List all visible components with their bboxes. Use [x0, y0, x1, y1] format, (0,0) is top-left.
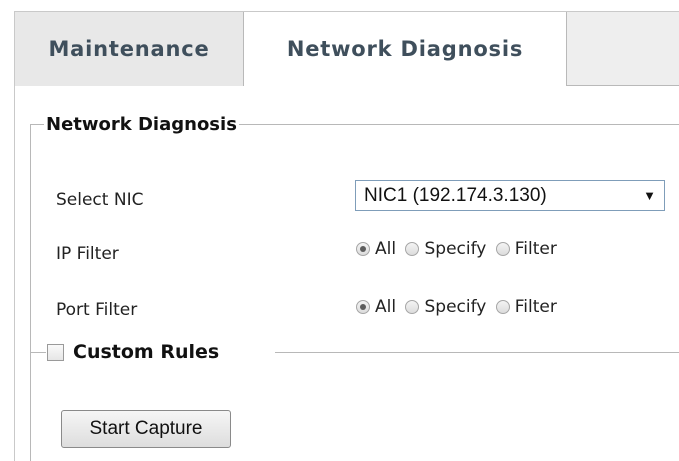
ip-filter-filter-option[interactable]: Filter: [495, 237, 557, 261]
radio-selected-icon[interactable]: [356, 242, 370, 256]
port-filter-options: All Specify Filter: [356, 295, 561, 319]
radio-unselected-icon[interactable]: [495, 242, 510, 256]
select-nic-label: Select NIC: [56, 190, 144, 210]
port-filter-specify-label: Specify: [424, 297, 487, 317]
tab-network-diagnosis[interactable]: Network Diagnosis: [243, 12, 567, 86]
select-nic-dropdown[interactable]: NIC1 (192.174.3.130) ▼: [355, 180, 665, 211]
custom-rules-legend: Custom Rules: [47, 340, 219, 364]
port-filter-filter-option[interactable]: Filter: [495, 295, 557, 319]
section-title: Network Diagnosis: [44, 114, 239, 136]
ip-filter-specify-option[interactable]: Specify: [405, 237, 486, 261]
start-capture-button[interactable]: Start Capture: [61, 410, 231, 448]
port-filter-all-option[interactable]: All: [356, 295, 396, 319]
custom-rules-divider-left: [30, 352, 46, 353]
ip-filter-options: All Specify Filter: [356, 237, 561, 261]
ip-filter-label: IP Filter: [56, 244, 119, 264]
radio-selected-icon[interactable]: [356, 300, 370, 314]
radio-unselected-icon[interactable]: [405, 300, 420, 314]
custom-rules-divider-right: [275, 352, 679, 353]
port-filter-label: Port Filter: [56, 300, 138, 320]
select-nic-value: NIC1 (192.174.3.130): [364, 185, 547, 206]
custom-rules-label: Custom Rules: [73, 341, 220, 363]
ip-filter-specify-label: Specify: [424, 239, 487, 259]
port-filter-all-label: All: [375, 297, 397, 317]
port-filter-filter-label: Filter: [514, 297, 557, 317]
ip-filter-all-label: All: [375, 239, 397, 259]
radio-unselected-icon[interactable]: [495, 300, 510, 314]
chevron-down-icon: ▼: [643, 188, 656, 203]
tab-maintenance[interactable]: Maintenance: [15, 12, 243, 86]
page: Maintenance Network Diagnosis Network Di…: [0, 0, 679, 461]
port-filter-specify-option[interactable]: Specify: [405, 295, 486, 319]
radio-unselected-icon[interactable]: [405, 242, 420, 256]
ip-filter-all-option[interactable]: All: [356, 237, 396, 261]
ip-filter-filter-label: Filter: [514, 239, 557, 259]
tab-bar: Maintenance Network Diagnosis: [15, 12, 679, 86]
custom-rules-checkbox[interactable]: [47, 344, 64, 361]
